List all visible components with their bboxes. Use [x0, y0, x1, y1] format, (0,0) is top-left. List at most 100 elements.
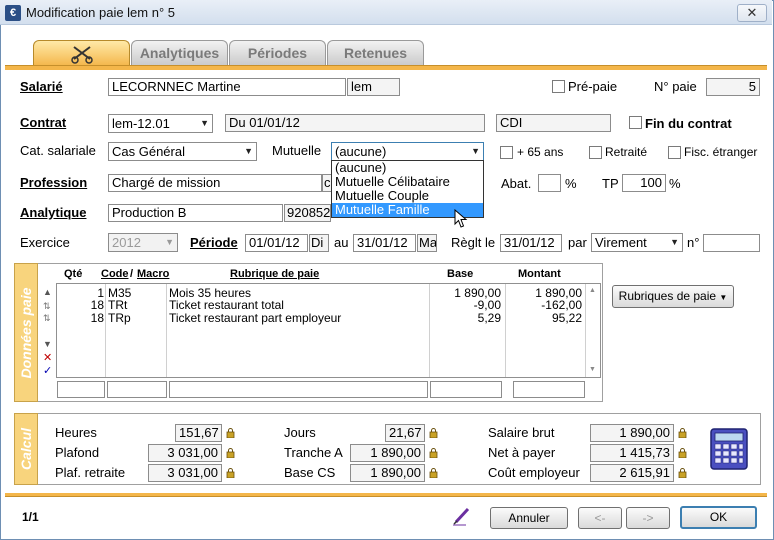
- annuler-button[interactable]: Annuler: [490, 507, 568, 529]
- net-a-payer-field: 1 415,73: [590, 444, 674, 462]
- entry-qte-field[interactable]: [57, 381, 105, 398]
- next-button[interactable]: ->: [626, 507, 670, 529]
- profession-field[interactable]: Chargé de mission: [108, 174, 322, 192]
- row-code: TRp: [108, 311, 131, 325]
- scroll-down-icon[interactable]: ▼: [589, 366, 596, 373]
- reglement-mode-select[interactable]: Virement ▼: [591, 233, 683, 252]
- no-paie-label: N° paie: [654, 79, 697, 94]
- numero-field[interactable]: [703, 234, 760, 252]
- periode-label[interactable]: Période: [190, 235, 238, 250]
- lock-icon[interactable]: [678, 468, 687, 478]
- mutuelle-option[interactable]: Mutuelle Couple: [332, 189, 483, 203]
- tab-analytiques[interactable]: Analytiques: [131, 40, 228, 66]
- lock-icon[interactable]: [678, 448, 687, 458]
- salarie-code-field: lem: [347, 78, 400, 96]
- tab-general[interactable]: [33, 40, 130, 66]
- col-qte: Qté: [64, 268, 83, 280]
- scissors-icon: [70, 46, 93, 64]
- row-qte: 18: [90, 298, 104, 312]
- lock-icon[interactable]: [678, 428, 687, 438]
- cout-employeur-label: Coût employeur: [488, 465, 580, 480]
- tab-divider: [5, 65, 767, 70]
- move-icon[interactable]: ⇅: [43, 313, 51, 324]
- col-rubrique[interactable]: Rubrique de paie: [230, 268, 319, 280]
- entry-rubrique-field[interactable]: [169, 381, 428, 398]
- close-button[interactable]: ✕: [737, 4, 767, 22]
- entry-base-field[interactable]: [430, 381, 502, 398]
- delete-icon[interactable]: ✕: [43, 351, 52, 364]
- analytique-code-field: 920852: [284, 204, 331, 222]
- mutuelle-label: Mutuelle: [272, 143, 322, 158]
- plus-65-checkbox[interactable]: [500, 146, 513, 159]
- analytique-label[interactable]: Analytique: [20, 205, 86, 220]
- net-a-payer-label: Net à payer: [488, 445, 556, 460]
- tab-retenues[interactable]: Retenues: [327, 40, 424, 66]
- move-down-icon[interactable]: ▼: [43, 339, 52, 349]
- mutuelle-option[interactable]: Mutuelle Célibataire: [332, 175, 483, 189]
- row-rubrique: Ticket restaurant part employeur: [169, 311, 342, 325]
- entry-montant-field[interactable]: [513, 381, 585, 398]
- fin-contrat-label: Fin du contrat: [645, 116, 732, 131]
- periode-to-field[interactable]: 31/01/12: [353, 234, 416, 252]
- row-montant: 95,22: [551, 311, 582, 325]
- col-macro[interactable]: Macro: [137, 268, 169, 280]
- col-code[interactable]: Code: [101, 268, 129, 280]
- lock-icon[interactable]: [226, 448, 235, 458]
- entry-code-field[interactable]: [107, 381, 167, 398]
- lock-icon[interactable]: [429, 468, 438, 478]
- contrat-select[interactable]: lem-12.01 ▼: [108, 114, 213, 133]
- page-indicator: 1/1: [22, 510, 39, 524]
- fin-contrat-checkbox[interactable]: [629, 116, 642, 129]
- cat-salariale-value: Cas Général: [112, 144, 185, 159]
- lock-icon[interactable]: [226, 428, 235, 438]
- reglt-date-field[interactable]: 31/01/12: [500, 234, 562, 252]
- salarie-name-field[interactable]: LECORNNEC Martine: [108, 78, 346, 96]
- periode-from-day: Di: [309, 234, 329, 252]
- rubriques-de-paie-button[interactable]: Rubriques de paie ▼: [612, 285, 734, 308]
- salarie-label[interactable]: Salarié: [20, 79, 63, 94]
- abat-label: Abat.: [501, 176, 532, 191]
- pen-icon[interactable]: [452, 506, 472, 526]
- abat-field[interactable]: [538, 174, 561, 192]
- pre-paie-checkbox[interactable]: [552, 80, 565, 93]
- plafond-label: Plafond: [55, 445, 100, 460]
- no-paie-field: 5: [706, 78, 760, 96]
- calculator-icon[interactable]: [710, 428, 748, 470]
- exercice-select: 2012 ▼: [108, 233, 178, 252]
- periode-from-field[interactable]: 01/01/12: [245, 234, 308, 252]
- lock-icon[interactable]: [429, 448, 438, 458]
- mouse-cursor-icon: [454, 209, 468, 228]
- window-title: Modification paie lem n° 5: [26, 5, 175, 20]
- mutuelle-select[interactable]: (aucune) ▼: [331, 142, 484, 161]
- fisc-etranger-checkbox[interactable]: [668, 146, 681, 159]
- app-icon: €: [5, 5, 21, 21]
- move-icon[interactable]: ⇅: [43, 301, 51, 312]
- abat-percent: %: [565, 176, 577, 191]
- tab-periodes[interactable]: Périodes: [229, 40, 326, 66]
- cat-salariale-select[interactable]: Cas Général ▼: [108, 142, 257, 161]
- analytique-field[interactable]: Production B: [108, 204, 283, 222]
- previous-button[interactable]: <-: [578, 507, 622, 529]
- tp-label: TP: [602, 176, 619, 191]
- profession-label[interactable]: Profession: [20, 175, 87, 190]
- jours-field: 21,67: [385, 424, 425, 442]
- ok-button[interactable]: OK: [680, 506, 757, 529]
- salaire-brut-label: Salaire brut: [488, 425, 555, 440]
- pre-paie-label: Pré-paie: [568, 79, 618, 94]
- fisc-etranger-label: Fisc. étranger: [684, 145, 758, 159]
- tranche-a-field: 1 890,00: [350, 444, 425, 462]
- row-base: -9,00: [473, 298, 501, 312]
- chevron-down-icon: ▼: [165, 237, 174, 247]
- cout-employeur-field: 2 615,91: [590, 464, 674, 482]
- scroll-up-icon[interactable]: ▲: [589, 287, 596, 294]
- contrat-label[interactable]: Contrat: [20, 115, 66, 130]
- jours-label: Jours: [284, 425, 316, 440]
- tp-field[interactable]: 100: [622, 174, 666, 192]
- retraite-checkbox[interactable]: [589, 146, 602, 159]
- lock-icon[interactable]: [226, 468, 235, 478]
- check-icon[interactable]: ✓: [43, 364, 52, 377]
- numero-label: n°: [687, 235, 700, 250]
- mutuelle-option[interactable]: (aucune): [332, 161, 483, 175]
- lock-icon[interactable]: [429, 428, 438, 438]
- move-up-icon[interactable]: ▲: [43, 287, 52, 297]
